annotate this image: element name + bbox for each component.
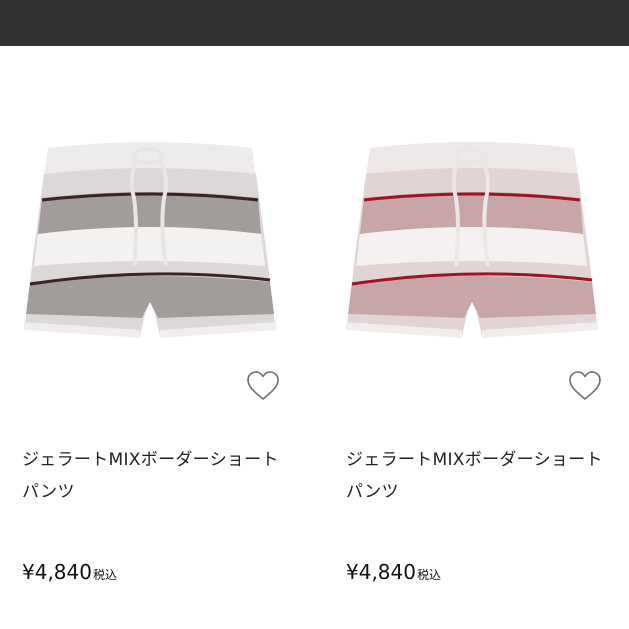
product-image[interactable] xyxy=(332,116,612,356)
favorite-button[interactable] xyxy=(243,366,283,406)
favorite-button[interactable] xyxy=(565,366,605,406)
shorts-illustration xyxy=(346,142,598,338)
top-bar xyxy=(0,0,629,46)
price-value: ¥4,840 xyxy=(22,560,92,584)
heart-outline-icon xyxy=(247,371,279,400)
tax-label: 税込 xyxy=(416,568,441,582)
heart-outline-icon xyxy=(569,371,601,400)
product-image[interactable] xyxy=(10,116,290,356)
shorts-illustration xyxy=(24,142,276,338)
tax-label: 税込 xyxy=(92,568,117,582)
product-price: ¥4,840税込 xyxy=(22,560,117,584)
product-price: ¥4,840税込 xyxy=(346,560,441,584)
price-value: ¥4,840 xyxy=(346,560,416,584)
product-name[interactable]: ジェラートMIXボーダーショートパンツ xyxy=(346,444,616,508)
product-card[interactable]: ジェラートMIXボーダーショートパンツ ¥4,840税込 xyxy=(0,46,314,629)
product-card[interactable]: ジェラートMIXボーダーショートパンツ ¥4,840税込 xyxy=(322,46,629,629)
product-name[interactable]: ジェラートMIXボーダーショートパンツ xyxy=(22,444,292,508)
